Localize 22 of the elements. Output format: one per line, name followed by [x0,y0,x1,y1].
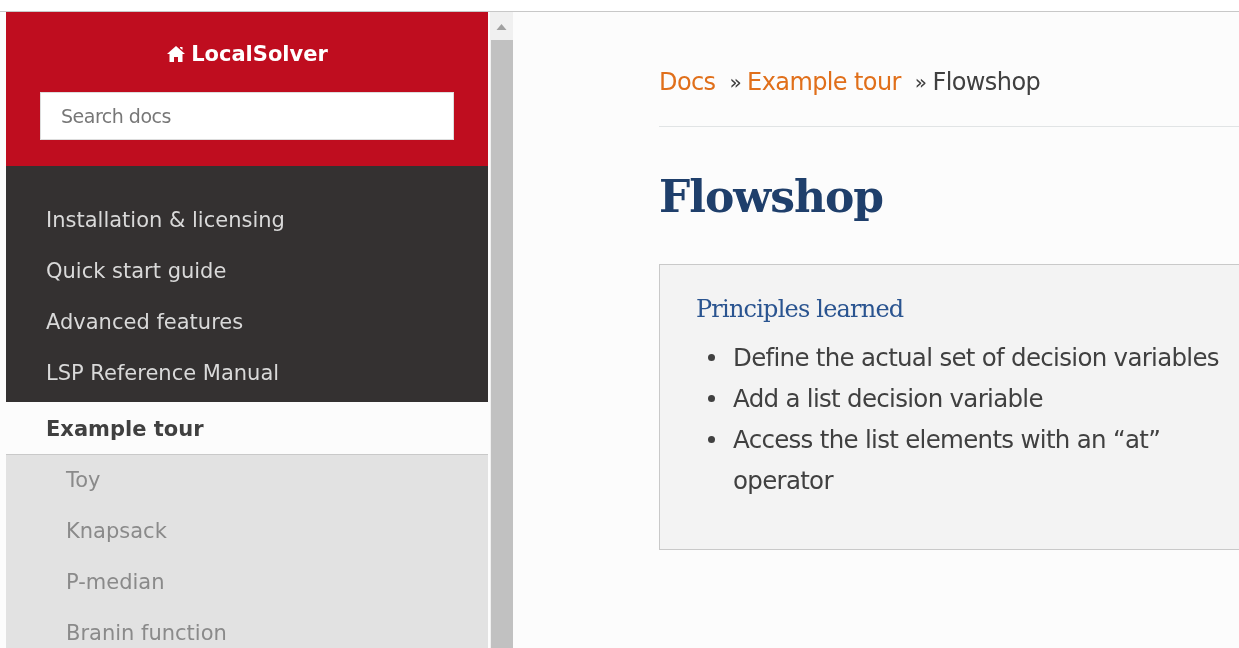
bullet-icon [708,354,715,361]
list-item: Define the actual set of decision variables [733,342,1220,374]
note-title: Principles learned [696,295,905,323]
site-title: LocalSolver [191,42,328,66]
nav-item[interactable]: LSP Reference Manual [6,351,488,402]
bullet-icon [708,395,715,402]
nav-item[interactable]: Example tour [6,402,488,455]
bullet-icon [708,436,715,443]
scroll-up-icon[interactable] [496,24,507,30]
nav-item[interactable]: Advanced features [6,300,488,351]
breadcrumb-separator: » [914,70,927,94]
breadcrumb-separator: » [729,70,742,94]
list-item: Add a list decision variable [733,383,1044,415]
search-field[interactable]: Search docs [40,92,454,140]
nav-item[interactable]: Installation & licensing [6,198,488,249]
scrollbar[interactable] [490,12,513,648]
home-icon [166,45,187,63]
breadcrumb-current: Flowshop [932,68,1041,96]
nav-item[interactable]: Quick start guide [6,249,488,300]
page-heading: Flowshop [659,171,885,222]
list-item: Access the list elements with an “at” operator [733,424,1162,497]
home-link[interactable]: LocalSolver [166,42,328,66]
